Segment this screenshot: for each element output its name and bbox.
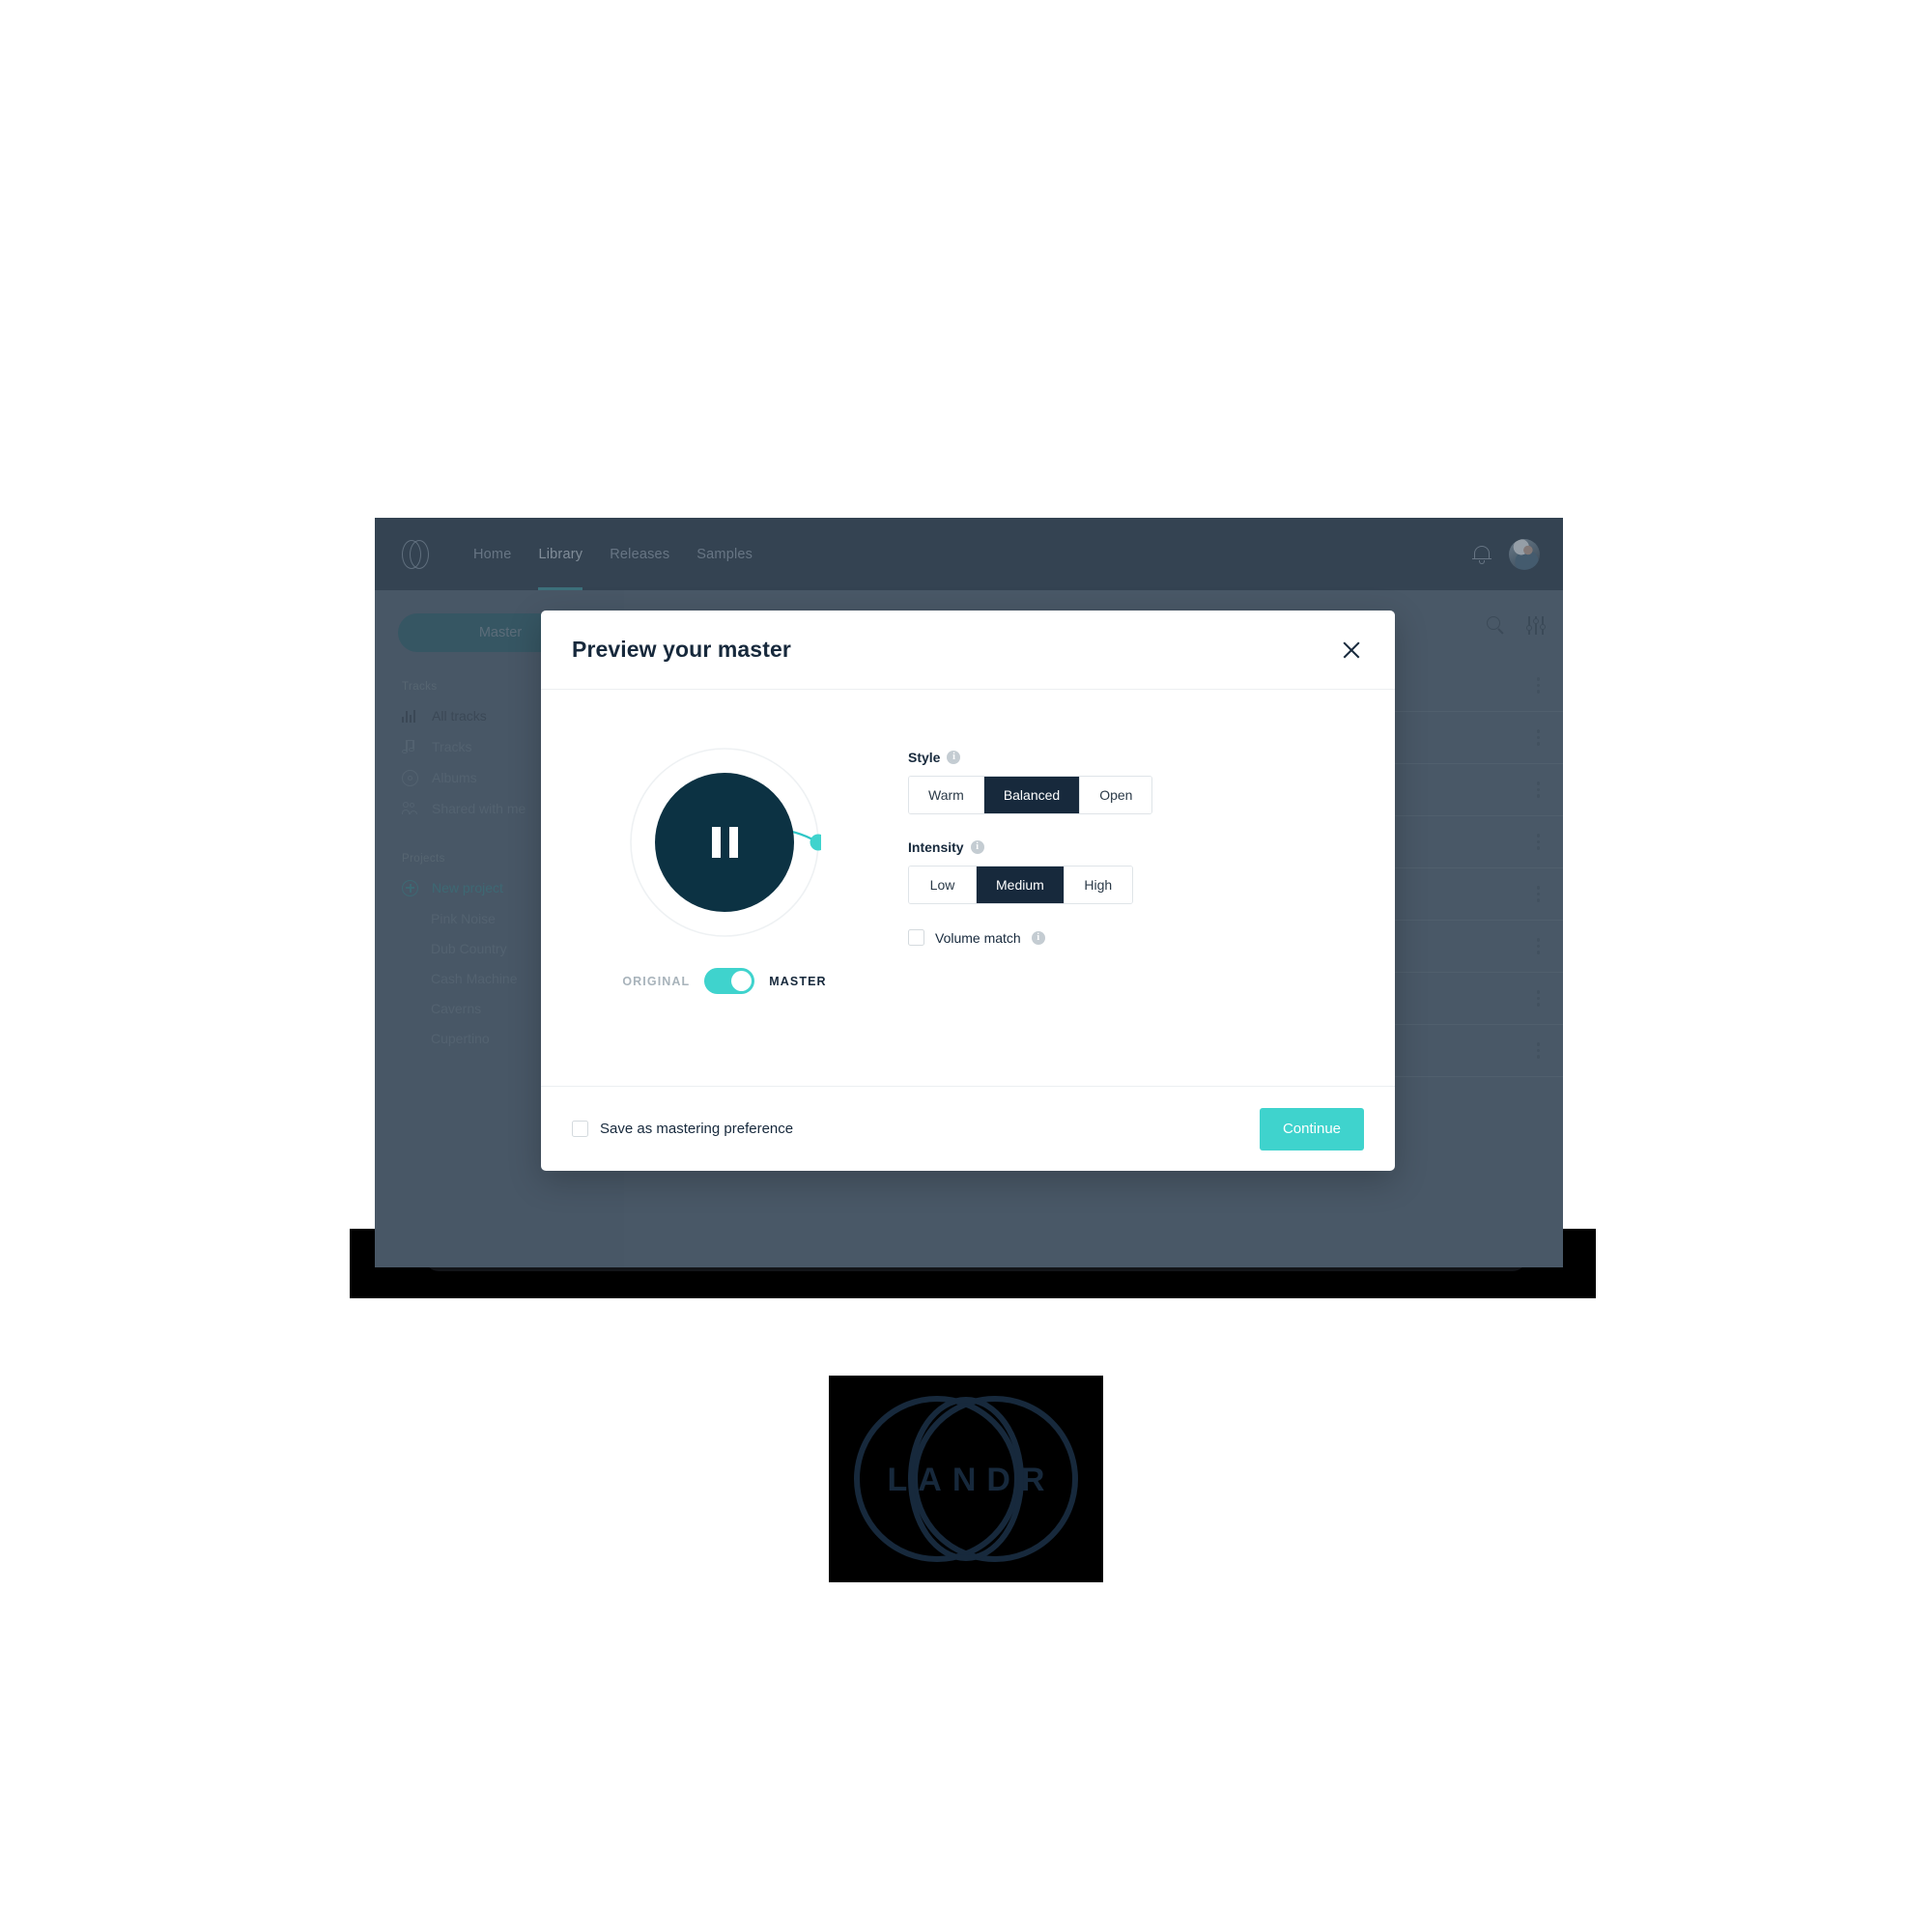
sidebar-project-label: Dub Country [431, 940, 507, 956]
content-toolbar [1487, 590, 1546, 660]
nav-link-samples-label: Samples [696, 546, 753, 562]
style-option-open[interactable]: Open [1080, 777, 1152, 813]
landr-brand-logo-icon[interactable] [402, 539, 431, 569]
row-menu-icon[interactable] [1536, 938, 1540, 954]
intensity-option-low[interactable]: Low [909, 867, 977, 903]
intensity-option-high[interactable]: High [1064, 867, 1132, 903]
nav-link-releases-label: Releases [610, 546, 670, 562]
equalizer-icon [402, 708, 418, 724]
player-section: ORIGINAL MASTER [541, 746, 908, 994]
master-button-label: Master [478, 625, 523, 640]
nav-link-releases[interactable]: Releases [596, 518, 683, 590]
sliders-icon[interactable] [1525, 615, 1546, 635]
sidebar-item-all-tracks-label: All tracks [432, 708, 487, 724]
preview-master-modal: Preview your master ORIGINAL MASTER Styl… [541, 611, 1395, 1171]
intensity-option-medium[interactable]: Medium [977, 867, 1065, 903]
sidebar-project-label: Cash Machine [431, 970, 518, 986]
style-segmented-control: Warm Balanced Open [908, 776, 1153, 814]
intensity-label: Intensity [908, 839, 964, 855]
sidebar-project-label: Caverns [431, 1000, 482, 1016]
progress-ring[interactable] [628, 746, 821, 939]
intensity-segmented-control: Low Medium High [908, 866, 1133, 904]
sidebar-item-new-project-label: New project [432, 880, 503, 895]
continue-button[interactable]: Continue [1259, 1107, 1364, 1151]
modal-body: ORIGINAL MASTER Style i Warm Balanced Op… [541, 690, 1395, 1086]
style-label-row: Style i [908, 750, 1152, 765]
row-menu-icon[interactable] [1536, 781, 1540, 798]
bell-icon[interactable] [1472, 544, 1492, 565]
info-icon[interactable]: i [947, 751, 961, 764]
volume-match-checkbox[interactable] [908, 929, 924, 946]
ab-original-label: ORIGINAL [622, 974, 691, 988]
info-icon[interactable]: i [970, 840, 984, 854]
toggle-knob [731, 971, 753, 991]
ab-compare-toggle: ORIGINAL MASTER [622, 968, 826, 994]
search-icon[interactable] [1487, 615, 1505, 635]
plus-circle-icon [402, 879, 418, 896]
nav-right-cluster [1472, 538, 1540, 570]
avatar[interactable] [1509, 538, 1540, 570]
row-menu-icon[interactable] [1536, 834, 1540, 850]
style-option-warm[interactable]: Warm [909, 777, 984, 813]
sidebar-project-label: Pink Noise [431, 910, 496, 926]
play-pause-button[interactable] [655, 773, 794, 912]
row-menu-icon[interactable] [1536, 990, 1540, 1007]
volume-match-row: Volume match i [908, 929, 1152, 946]
music-note-icon [402, 739, 418, 755]
sidebar-item-albums-label: Albums [432, 770, 477, 785]
intensity-label-row: Intensity i [908, 839, 1152, 855]
nav-links: Home Library Releases Samples [460, 518, 766, 590]
sidebar-project-label: Cupertino [431, 1030, 490, 1046]
landr-logo: LANDR [854, 1396, 1078, 1562]
pause-icon [711, 827, 738, 858]
disc-icon [402, 769, 418, 786]
settings-section: Style i Warm Balanced Open Intensity i L… [908, 746, 1153, 946]
row-menu-icon[interactable] [1536, 729, 1540, 746]
close-icon[interactable] [1339, 638, 1364, 663]
volume-match-label: Volume match [935, 929, 1021, 946]
people-icon [402, 801, 418, 817]
logo-wordmark: LANDR [887, 1462, 1056, 1498]
nav-link-home-label: Home [473, 546, 512, 562]
style-label: Style [908, 750, 941, 765]
nav-link-home[interactable]: Home [460, 518, 525, 590]
save-preference-label: Save as mastering preference [600, 1121, 794, 1137]
modal-footer: Save as mastering preference Continue [541, 1086, 1395, 1171]
top-navigation-bar: Home Library Releases Samples [375, 518, 1563, 590]
ab-toggle-switch[interactable] [704, 968, 755, 994]
modal-header: Preview your master [541, 611, 1395, 690]
style-option-balanced[interactable]: Balanced [983, 777, 1081, 813]
landr-logo-tile: LANDR [829, 1376, 1103, 1582]
save-preference-checkbox[interactable] [572, 1121, 588, 1137]
page-title: Preview your master [572, 637, 791, 662]
sidebar-item-tracks-label: Tracks [432, 739, 472, 754]
screenshot-stage: Home Library Releases Samples Master Tra… [0, 0, 1932, 1932]
nav-link-samples[interactable]: Samples [683, 518, 766, 590]
sidebar-item-shared-label: Shared with me [432, 801, 526, 816]
row-menu-icon[interactable] [1536, 1042, 1540, 1059]
nav-link-library-label: Library [538, 546, 583, 562]
row-menu-icon[interactable] [1536, 677, 1540, 694]
row-menu-icon[interactable] [1536, 886, 1540, 902]
save-preference-row: Save as mastering preference [572, 1121, 793, 1137]
nav-link-library[interactable]: Library [525, 518, 596, 590]
ab-master-label: MASTER [769, 974, 827, 988]
info-icon[interactable]: i [1031, 930, 1045, 945]
